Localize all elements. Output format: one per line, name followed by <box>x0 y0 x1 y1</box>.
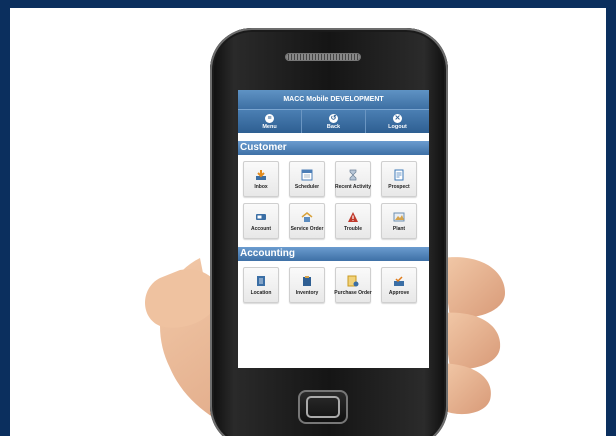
phone-screen: MACC Mobile DEVELOPMENT ≡ Menu ↺ Back ✕ … <box>238 90 429 368</box>
menu-label: Menu <box>262 123 277 130</box>
tile-label: Prospect <box>388 183 410 190</box>
nav-bar: ≡ Menu ↺ Back ✕ Logout <box>238 109 429 133</box>
menu-button[interactable]: ≡ Menu <box>238 110 302 133</box>
tile-purchase-order[interactable]: Purchase Order <box>334 267 372 303</box>
tile-label: Service Order <box>290 225 324 232</box>
customer-grid: Inbox Scheduler Recent Activity Prospect… <box>238 155 429 239</box>
logout-button[interactable]: ✕ Logout <box>366 110 429 133</box>
tile-label: Inventory <box>295 289 319 296</box>
home-button[interactable] <box>298 390 348 424</box>
logout-label: Logout <box>388 123 407 130</box>
back-button[interactable]: ↺ Back <box>302 110 366 133</box>
accounting-grid: Location Inventory Purchase Order Approv… <box>238 261 429 303</box>
menu-icon: ≡ <box>265 113 274 123</box>
back-icon: ↺ <box>329 113 338 123</box>
tile-account[interactable]: Account <box>243 203 279 239</box>
tile-label: Trouble <box>343 225 363 232</box>
phone-device: MACC Mobile DEVELOPMENT ≡ Menu ↺ Back ✕ … <box>210 28 448 436</box>
inbox-icon <box>255 169 267 181</box>
tile-trouble[interactable]: Trouble <box>335 203 371 239</box>
tile-label: Inbox <box>254 183 268 190</box>
tile-scheduler[interactable]: Scheduler <box>289 161 325 197</box>
section-accounting-header: Accounting <box>238 247 429 261</box>
tile-label: Plant <box>392 225 406 232</box>
inventory-icon <box>301 275 313 287</box>
trouble-icon <box>347 211 359 223</box>
location-icon <box>255 275 267 287</box>
tile-location[interactable]: Location <box>243 267 279 303</box>
tile-label: Scheduler <box>294 183 320 190</box>
section-customer-header: Customer <box>238 141 429 155</box>
prospect-icon <box>393 169 405 181</box>
scheduler-icon <box>301 169 313 181</box>
service-order-icon <box>301 211 313 223</box>
logout-icon: ✕ <box>393 113 402 123</box>
home-button-inner <box>306 396 340 418</box>
tile-prospect[interactable]: Prospect <box>381 161 417 197</box>
account-icon <box>255 211 267 223</box>
tile-approve[interactable]: Approve <box>381 267 417 303</box>
tile-label: Account <box>251 225 271 232</box>
tile-recent-activity[interactable]: Recent Activity <box>335 161 371 197</box>
plant-icon <box>393 211 405 223</box>
photo-frame: MACC Mobile DEVELOPMENT ≡ Menu ↺ Back ✕ … <box>10 8 606 436</box>
tile-label: Approve <box>388 289 410 296</box>
tile-plant[interactable]: Plant <box>381 203 417 239</box>
tile-label: Location <box>250 289 272 296</box>
tile-inventory[interactable]: Inventory <box>289 267 325 303</box>
tile-inbox[interactable]: Inbox <box>243 161 279 197</box>
tile-service-order[interactable]: Service Order <box>289 203 325 239</box>
back-label: Back <box>326 123 341 130</box>
tile-label: Recent Activity <box>335 183 371 190</box>
app-title: MACC Mobile DEVELOPMENT <box>238 90 429 109</box>
tile-label: Purchase Order <box>334 289 372 296</box>
purchase-order-icon <box>347 275 359 287</box>
approve-icon <box>393 275 405 287</box>
recent-activity-icon <box>347 169 359 181</box>
phone-speaker <box>286 54 360 60</box>
